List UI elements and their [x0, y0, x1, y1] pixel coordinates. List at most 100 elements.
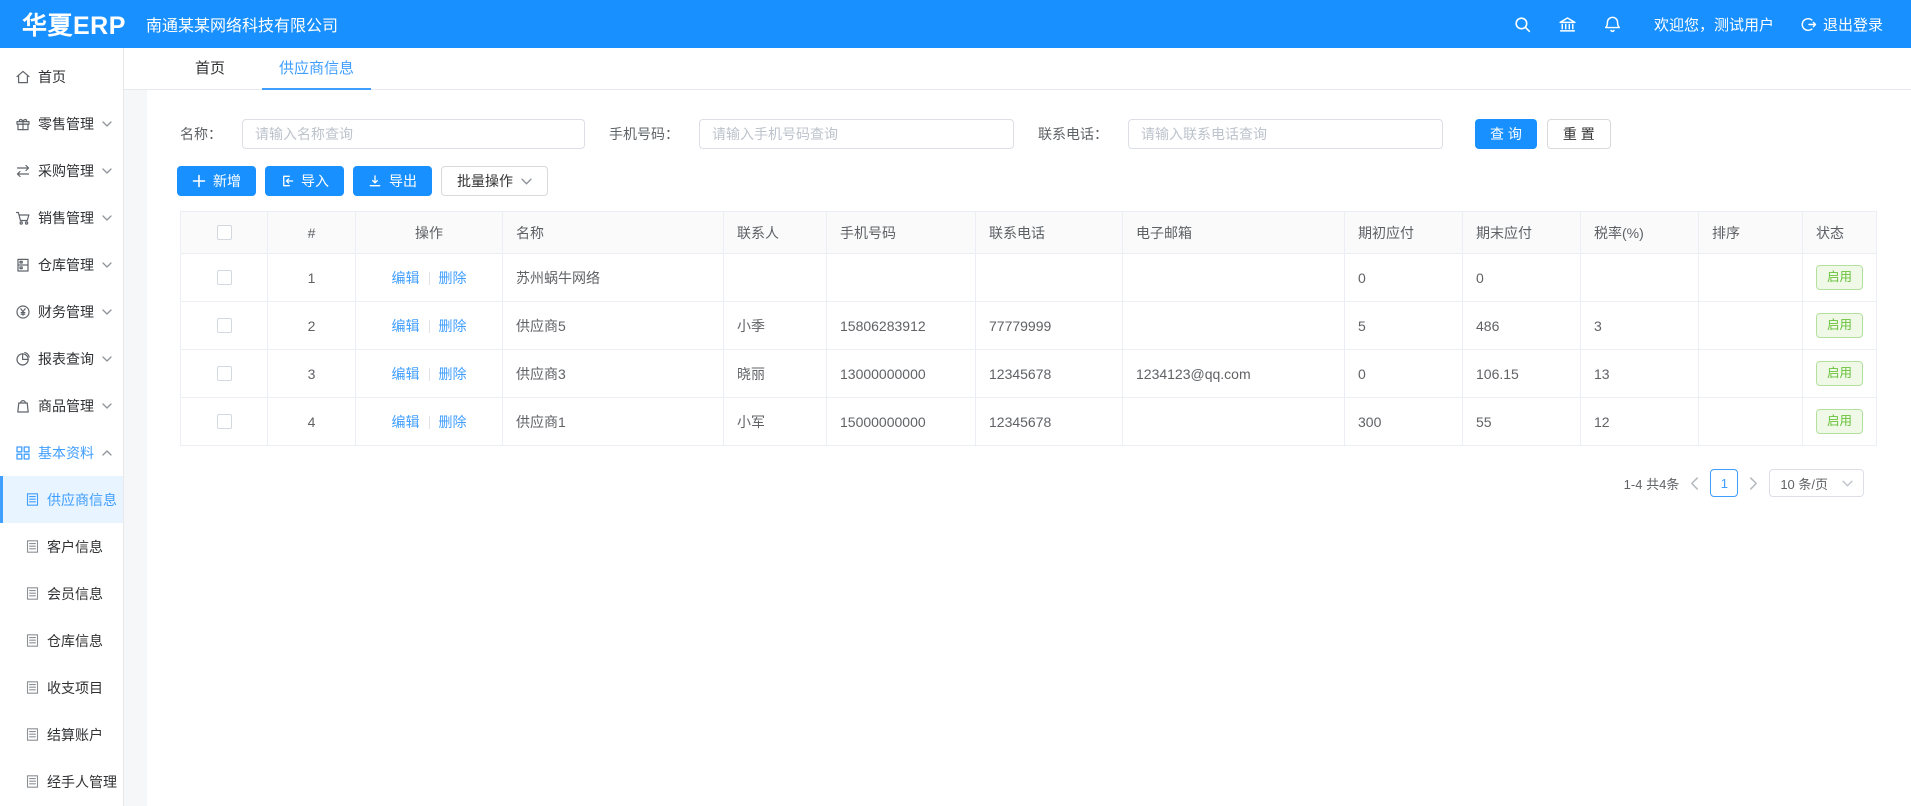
cell-phone: 77779999	[976, 302, 1123, 350]
row-checkbox[interactable]	[217, 318, 232, 333]
sidebar-subitem-1[interactable]: 客户信息	[0, 523, 123, 570]
sidebar-item-label: 商品管理	[38, 396, 94, 416]
cell-email	[1123, 254, 1345, 302]
cell-sort	[1699, 254, 1803, 302]
bell-icon[interactable]	[1603, 15, 1622, 34]
sidebar-item-label: 财务管理	[38, 302, 94, 322]
export-button[interactable]: 导出	[353, 166, 432, 196]
cell-mobile: 13000000000	[827, 350, 976, 398]
cell-closing-payable: 106.15	[1463, 350, 1581, 398]
sidebar-item-home[interactable]: 首页	[0, 53, 123, 100]
sidebar-subitem-6[interactable]: 经手人管理	[0, 758, 123, 805]
edit-link[interactable]: 编辑	[392, 366, 420, 382]
row-checkbox[interactable]	[217, 270, 232, 285]
cell-tax-rate	[1581, 254, 1699, 302]
sidebar-item-report[interactable]: 报表查询	[0, 335, 123, 382]
sidebar-subitem-2[interactable]: 会员信息	[0, 570, 123, 617]
edit-link[interactable]: 编辑	[392, 414, 420, 430]
import-label: 导入	[301, 171, 329, 191]
cell-tax-rate: 12	[1581, 398, 1699, 446]
cell-name: 苏州蜗牛网络	[503, 254, 724, 302]
sidebar-subitem-0[interactable]: 供应商信息	[0, 476, 123, 523]
column-header-4: 手机号码	[827, 212, 976, 254]
cell-phone: 12345678	[976, 350, 1123, 398]
sidebar-item-purchase[interactable]: 采购管理	[0, 147, 123, 194]
search-input-2[interactable]	[1128, 119, 1443, 149]
sidebar-item-label: 基本资料	[38, 443, 94, 463]
logout-label: 退出登录	[1823, 14, 1883, 35]
prev-page-icon[interactable]	[1690, 477, 1699, 490]
content-gap	[124, 90, 147, 806]
row-actions: 编辑 删除	[356, 254, 503, 302]
page-size-select[interactable]: 10 条/页	[1769, 469, 1864, 497]
sidebar-item-finance[interactable]: 财务管理	[0, 288, 123, 335]
sidebar-item-warehouse[interactable]: 仓库管理	[0, 241, 123, 288]
page-number[interactable]: 1	[1710, 469, 1738, 497]
sidebar-item-sales[interactable]: 销售管理	[0, 194, 123, 241]
delete-link[interactable]: 删除	[439, 318, 467, 334]
cell-phone	[976, 254, 1123, 302]
search-input-0[interactable]	[242, 119, 585, 149]
tab-1[interactable]: 供应商信息	[262, 48, 371, 90]
row-checkbox[interactable]	[217, 414, 232, 429]
table-row: 3编辑删除供应商3晓丽13000000000123456781234123@qq…	[181, 350, 1877, 398]
sidebar-menu: 首页零售管理采购管理销售管理仓库管理财务管理报表查询商品管理基本资料供应商信息客…	[0, 53, 123, 805]
reset-button[interactable]: 重 置	[1547, 119, 1611, 149]
logout-icon	[1800, 16, 1817, 33]
column-header-8: 期末应付	[1463, 212, 1581, 254]
batch-label: 批量操作	[457, 171, 513, 191]
sidebar-subitem-3[interactable]: 仓库信息	[0, 617, 123, 664]
sidebar-subitem-4[interactable]: 收支项目	[0, 664, 123, 711]
sidebar-subitem-label: 供应商信息	[47, 490, 117, 510]
tab-0[interactable]: 首页	[178, 48, 242, 90]
pagination: 1-4 共4条 1 10 条/页	[147, 469, 1864, 497]
tab-bar: 首页供应商信息	[124, 48, 1911, 90]
batch-actions-button[interactable]: 批量操作	[441, 166, 548, 196]
action-divider	[429, 272, 430, 285]
plus-icon	[192, 174, 206, 188]
cell-opening-payable: 0	[1345, 350, 1463, 398]
status-badge: 启用	[1816, 313, 1863, 338]
column-header-2: 名称	[503, 212, 724, 254]
pagination-total: 1-4 共4条	[1624, 474, 1680, 493]
select-all-checkbox[interactable]	[217, 225, 232, 240]
logout-button[interactable]: 退出登录	[1800, 14, 1883, 35]
column-header-0: #	[268, 212, 356, 254]
cell-opening-payable: 5	[1345, 302, 1463, 350]
import-button[interactable]: 导入	[265, 166, 344, 196]
sidebar-item-retail[interactable]: 零售管理	[0, 100, 123, 147]
row-index: 4	[268, 398, 356, 446]
column-header-1: 操作	[356, 212, 503, 254]
cell-sort	[1699, 398, 1803, 446]
delete-link[interactable]: 删除	[439, 270, 467, 286]
purchase-icon	[15, 163, 31, 179]
search-icon[interactable]	[1513, 15, 1532, 34]
column-header-5: 联系电话	[976, 212, 1123, 254]
table-row: 4编辑删除供应商1小军15000000000123456783005512启用	[181, 398, 1877, 446]
basic-icon	[15, 445, 31, 461]
edit-link[interactable]: 编辑	[392, 270, 420, 286]
cell-contact	[724, 254, 827, 302]
edit-link[interactable]: 编辑	[392, 318, 420, 334]
next-page-icon[interactable]	[1749, 477, 1758, 490]
add-button[interactable]: 新增	[177, 166, 256, 196]
chevron-down-icon	[1842, 480, 1853, 487]
sidebar-item-basic[interactable]: 基本资料	[0, 429, 123, 476]
chevron-down-icon	[102, 309, 112, 315]
query-button[interactable]: 查 询	[1475, 119, 1537, 149]
chevron-down-icon	[521, 178, 532, 185]
sidebar-item-goods[interactable]: 商品管理	[0, 382, 123, 429]
sidebar-subitem-5[interactable]: 结算账户	[0, 711, 123, 758]
row-checkbox[interactable]	[217, 366, 232, 381]
delete-link[interactable]: 删除	[439, 414, 467, 430]
import-icon	[280, 174, 294, 188]
chevron-down-icon	[102, 121, 112, 127]
bank-icon[interactable]	[1558, 15, 1577, 34]
row-actions: 编辑 删除	[356, 350, 503, 398]
app-header: 华夏ERP 南通某某网络科技有限公司 欢迎您，测试用户 退出登录	[0, 0, 1911, 48]
column-header-11: 状态	[1803, 212, 1877, 254]
delete-link[interactable]: 删除	[439, 366, 467, 382]
chevron-down-icon	[102, 215, 112, 221]
search-input-1[interactable]	[699, 119, 1014, 149]
search-label: 名称：	[180, 124, 222, 144]
